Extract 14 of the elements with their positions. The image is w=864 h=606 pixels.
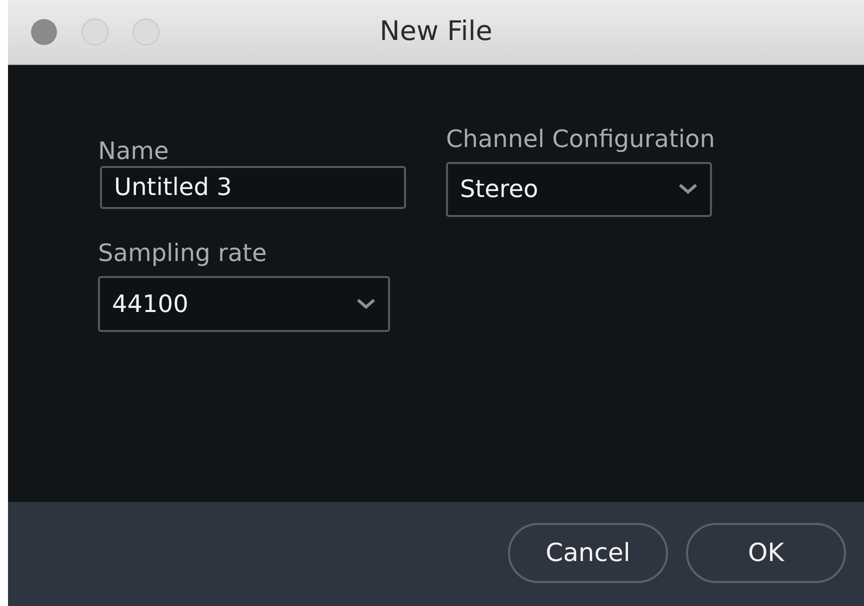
field-label: Sampling rate [98,238,268,268]
text-field[interactable]: Untitled 3 [100,166,406,209]
window-title: New File [380,16,492,47]
close-window-icon[interactable] [30,18,58,46]
field-label: Channel Configuration [446,125,715,154]
chevron-down-icon [678,183,698,196]
dropdown[interactable]: Stereo [446,162,712,217]
field-label: Name [98,137,170,166]
zoom-window-icon[interactable] [132,18,160,46]
chevron-down-icon [356,298,376,310]
minimize-window-icon[interactable] [81,18,109,46]
dialog-button[interactable]: Cancel [508,523,668,583]
dropdown[interactable]: 44100 [98,276,390,332]
dialog-button[interactable]: OK [686,523,846,583]
